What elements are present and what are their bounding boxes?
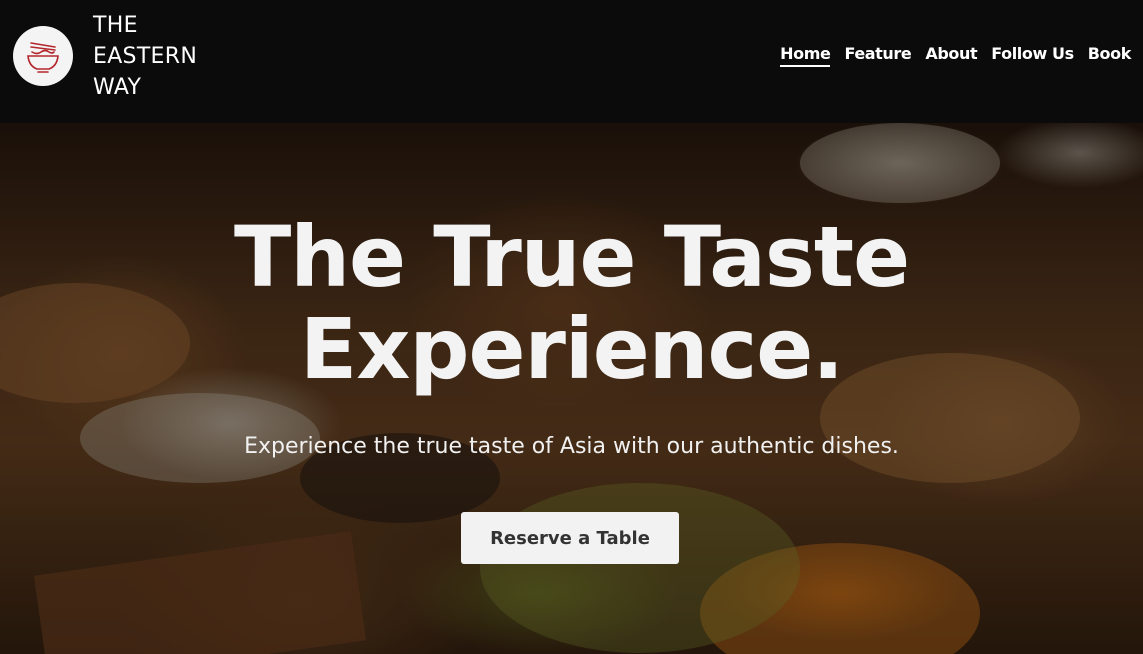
- nav-link-book[interactable]: Book: [1088, 44, 1132, 67]
- brand-line-2: EASTERN: [93, 44, 198, 69]
- navbar: THE EASTERN WAY Home Feature About Follo…: [0, 0, 1143, 123]
- nav-link-home[interactable]: Home: [780, 44, 831, 67]
- noodle-bowl-icon: [27, 42, 59, 73]
- hero-content: The True Taste Experience. Experience th…: [0, 123, 1143, 654]
- brand-line-1: THE: [93, 13, 138, 38]
- nav-link-feature[interactable]: Feature: [844, 44, 911, 67]
- hero-subtitle: Experience the true taste of Asia with o…: [244, 434, 899, 459]
- logo[interactable]: [13, 26, 73, 86]
- brand-line-3: WAY: [93, 75, 142, 100]
- nav-link-follow-us[interactable]: Follow Us: [991, 44, 1074, 67]
- nav-link-about[interactable]: About: [925, 44, 977, 67]
- main-nav: Home Feature About Follow Us Book: [780, 44, 1131, 67]
- hero-title-line-2: Experience.: [299, 300, 844, 398]
- hero-title-line-1: The True Taste: [233, 208, 910, 306]
- brand-name[interactable]: THE EASTERN WAY: [93, 10, 197, 103]
- reserve-table-button[interactable]: Reserve a Table: [461, 512, 679, 564]
- logo-badge: [13, 26, 73, 86]
- hero-section: The True Taste Experience. Experience th…: [0, 123, 1143, 654]
- hero-title: The True Taste Experience.: [0, 211, 1143, 395]
